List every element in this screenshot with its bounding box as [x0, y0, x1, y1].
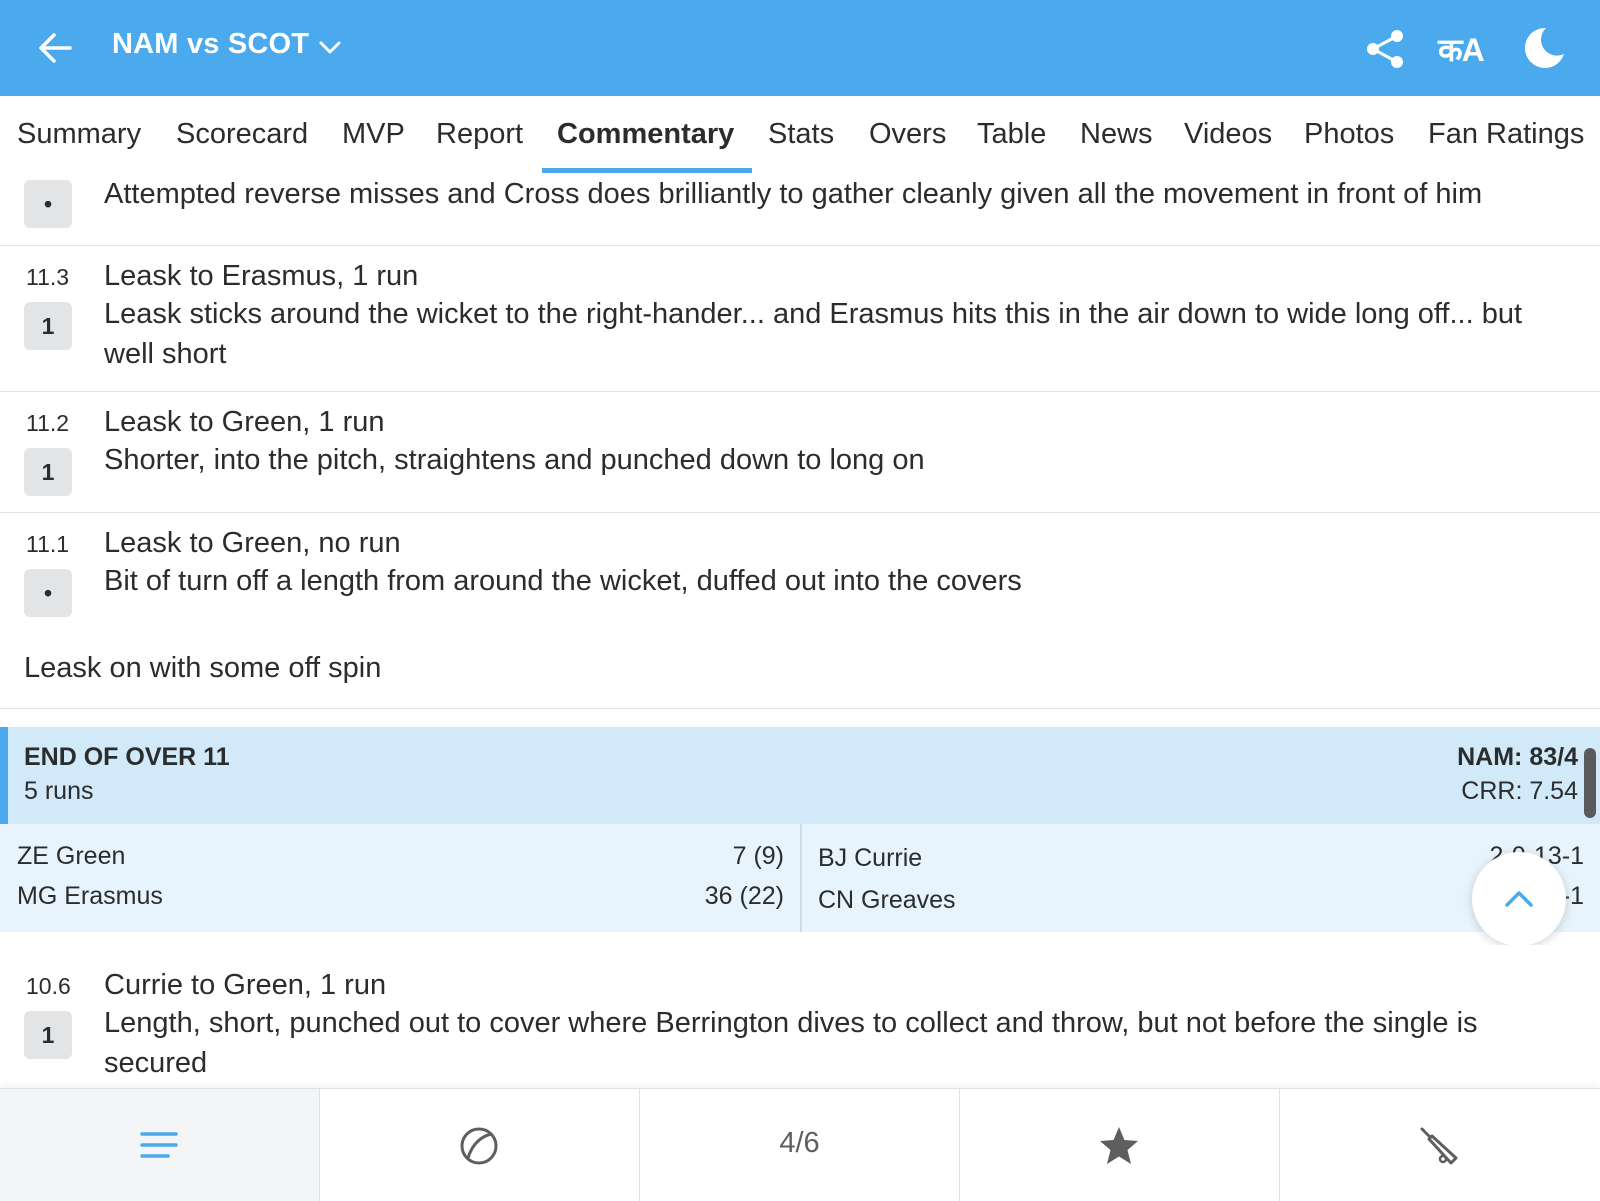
tab-news[interactable]: News: [1080, 118, 1153, 151]
nav-commentary-button[interactable]: [0, 1089, 320, 1201]
accent-bar: [0, 727, 8, 824]
ball-headline: Currie to Green, 1 run: [104, 969, 387, 1001]
nav-highlights-button[interactable]: [960, 1089, 1280, 1201]
current-run-rate: CRR: 7.54: [1461, 777, 1578, 805]
ball-headline: Leask to Erasmus, 1 run: [104, 260, 419, 292]
menu-lines-icon: [140, 1132, 178, 1158]
nav-batting-button[interactable]: [1280, 1089, 1599, 1201]
ball-commentary-text: Length, short, punched out to cover wher…: [104, 1007, 1478, 1079]
team-score: NAM: 83/4: [1457, 743, 1578, 771]
batter-name: MG Erasmus: [17, 882, 163, 910]
over-number: 11.3: [26, 264, 70, 290]
divider: [0, 708, 1600, 709]
end-of-over-summary: END OF OVER 11 5 runs NAM: 83/4 CRR: 7.5…: [0, 727, 1600, 824]
chevron-up-icon: [1505, 891, 1533, 907]
ball-commentary-text: Shorter, into the pitch, straightens and…: [104, 444, 925, 476]
match-title[interactable]: NAM vs SCOT: [112, 28, 309, 61]
ball-commentary-text: Attempted reverse misses and Cross does …: [104, 178, 1483, 210]
commentary-item: 11.3 1 Leask to Erasmus, 1 run Leask sti…: [0, 246, 1600, 392]
end-of-over-label: END OF OVER 11: [24, 743, 230, 771]
commentary-note: Leask on with some off spin: [24, 652, 382, 684]
tab-summary[interactable]: Summary: [17, 118, 141, 151]
over-number: 11.1: [26, 531, 70, 557]
commentary-item: • Attempted reverse misses and Cross doe…: [0, 174, 1600, 246]
nav-pager[interactable]: 4/6: [640, 1089, 960, 1201]
batter-name: ZE Green: [17, 842, 126, 870]
arrow-left-icon[interactable]: [36, 28, 76, 68]
cricket-ball-icon: [460, 1127, 498, 1165]
over-number: 11.2: [26, 410, 70, 436]
nav-live-button[interactable]: [320, 1089, 640, 1201]
over-runs: 5 runs: [24, 777, 94, 805]
tab-report[interactable]: Report: [436, 118, 523, 151]
ball-result-badge: •: [24, 569, 72, 617]
active-tab-indicator: [542, 168, 752, 173]
ball-headline: Leask to Green, no run: [104, 527, 401, 559]
cricket-bat-icon: [1420, 1127, 1458, 1165]
commentary-item: 11.1 • Leask to Green, no run Bit of tur…: [0, 513, 1600, 627]
over-number: 10.6: [26, 973, 71, 999]
bowler-name: BJ Currie: [818, 844, 923, 872]
ball-headline: Leask to Green, 1 run: [104, 406, 385, 438]
share-icon[interactable]: [1364, 28, 1406, 70]
tab-videos[interactable]: Videos: [1184, 118, 1272, 151]
ball-result-badge: 1: [24, 1011, 72, 1059]
chevron-down-icon[interactable]: [318, 38, 342, 58]
tab-table[interactable]: Table: [977, 118, 1046, 151]
scrollbar-thumb[interactable]: [1584, 748, 1596, 818]
tab-fan-ratings[interactable]: Fan Ratings: [1428, 118, 1584, 151]
over-players-panel: ZE Green 7 (9) MG Erasmus 36 (22) BJ Cur…: [0, 824, 1600, 932]
ball-result-badge: 1: [24, 302, 72, 350]
commentary-item: 10.6 1 Currie to Green, 1 run Length, sh…: [0, 945, 1600, 1087]
ball-result-badge: 1: [24, 448, 72, 496]
ball-commentary-text: Bit of turn off a length from around the…: [104, 565, 1022, 597]
bottom-navigation: 4/6: [0, 1088, 1600, 1201]
scroll-to-top-button[interactable]: [1472, 852, 1566, 946]
tab-photos[interactable]: Photos: [1304, 118, 1394, 151]
commentary-item: 11.2 1 Leask to Green, 1 run Shorter, in…: [0, 392, 1600, 513]
page-indicator: 4/6: [779, 1127, 820, 1159]
bowler-name: CN Greaves: [818, 886, 956, 914]
batter-score: 36 (22): [704, 882, 784, 910]
ball-commentary-text: Leask sticks around the wicket to the ri…: [104, 298, 1523, 370]
tab-commentary[interactable]: Commentary: [557, 118, 734, 151]
tab-mvp[interactable]: MVP: [342, 118, 405, 151]
ball-result-badge: •: [24, 180, 72, 228]
tab-stats[interactable]: Stats: [768, 118, 834, 151]
language-toggle[interactable]: कA: [1438, 28, 1485, 71]
moon-icon[interactable]: [1522, 26, 1566, 70]
tab-overs[interactable]: Overs: [869, 118, 946, 151]
batter-score: 7 (9): [732, 842, 784, 870]
panel-divider: [800, 824, 802, 932]
star-icon: [1100, 1127, 1138, 1164]
tab-bar: Summary Scorecard MVP Report Commentary …: [0, 96, 1600, 174]
app-header: NAM vs SCOT कA: [0, 0, 1600, 96]
tab-scorecard[interactable]: Scorecard: [176, 118, 308, 151]
